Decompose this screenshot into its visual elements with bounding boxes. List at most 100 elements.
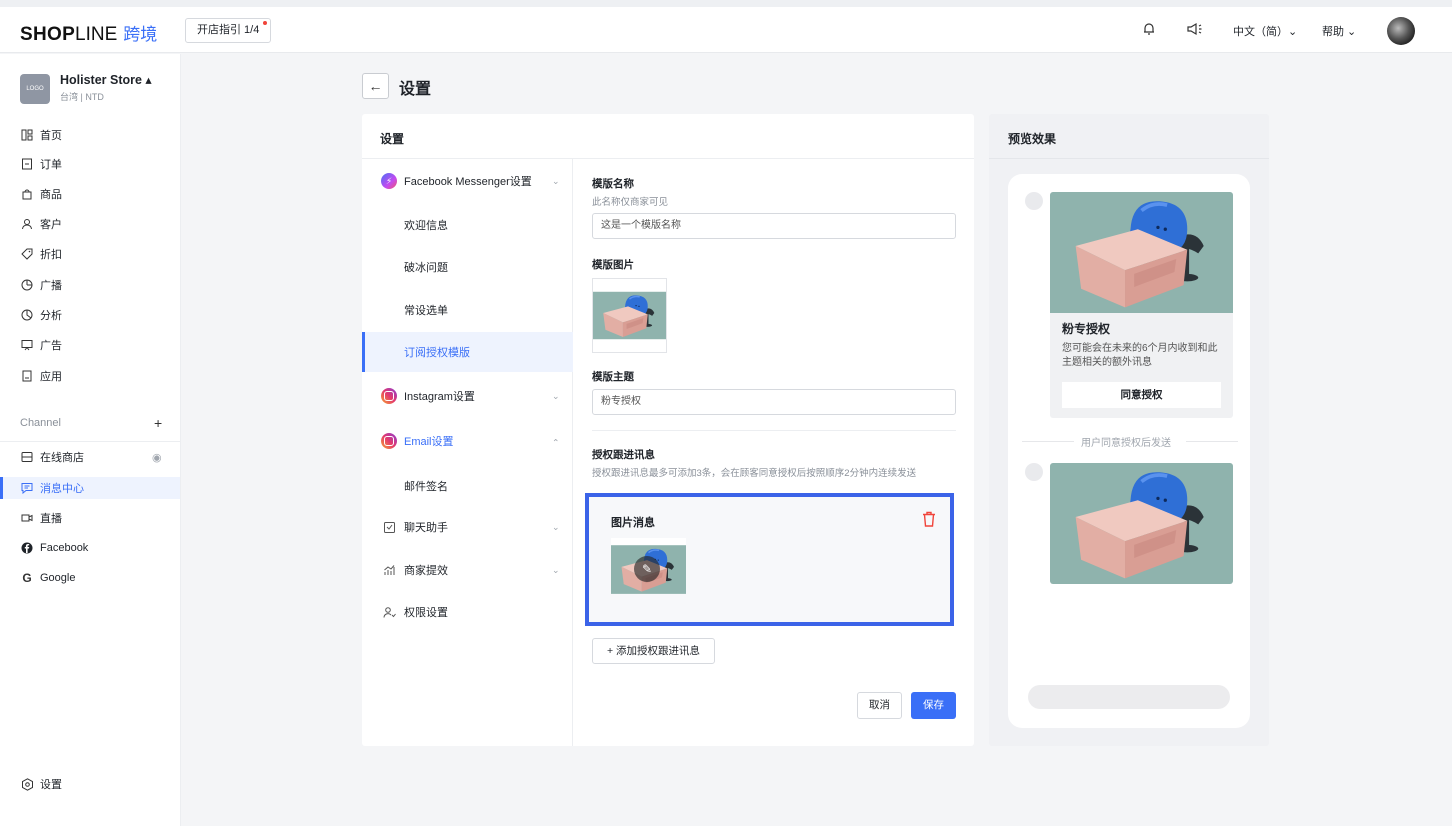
menu-label: 欢迎信息 bbox=[404, 220, 448, 232]
template-name-input[interactable]: 这是一个模版名称 bbox=[592, 213, 956, 239]
menu-instagram[interactable]: Instagram设置 ⌄ bbox=[362, 376, 573, 416]
avatar-placeholder bbox=[1025, 192, 1043, 210]
nav-label: 应用 bbox=[40, 371, 62, 383]
menu-label: Facebook Messenger设置 bbox=[404, 176, 532, 188]
menu-chat-assistant[interactable]: 聊天助手 ⌄ bbox=[362, 507, 573, 547]
nav-label: 商品 bbox=[40, 189, 62, 201]
template-subject-label: 模版主题 bbox=[592, 371, 634, 383]
home-icon bbox=[20, 128, 34, 142]
nav-label: 在线商店 bbox=[40, 452, 84, 464]
nav-item-home[interactable]: 首页 bbox=[20, 125, 62, 145]
form-divider bbox=[592, 430, 956, 431]
nav-item-apps[interactable]: 应用 bbox=[20, 366, 62, 386]
notification-dot bbox=[263, 21, 268, 25]
menu-label: 权限设置 bbox=[404, 607, 448, 619]
nav-item-facebook[interactable]: Facebook bbox=[20, 538, 88, 558]
store-guide-label: 开店指引 1/4 bbox=[197, 24, 260, 36]
store-switcher[interactable]: LOGO Holister Store ▴ 台湾 | NTD bbox=[20, 72, 152, 104]
nav-item-google[interactable]: G Google bbox=[20, 568, 75, 588]
nav-item-customers[interactable]: 客户 bbox=[20, 214, 62, 234]
nav-item-online-store[interactable]: 在线商店 ◉ bbox=[20, 447, 166, 467]
nav-item-discounts[interactable]: 折扣 bbox=[20, 244, 62, 264]
user-icon bbox=[20, 217, 34, 231]
orders-icon bbox=[20, 157, 34, 171]
top-bar: SHOP LINE 跨境 开店指引 1/4 中文（简）⌄ 帮助 ⌄ bbox=[0, 7, 1452, 53]
user-avatar[interactable] bbox=[1387, 17, 1415, 45]
nav-item-ads[interactable]: 广告 bbox=[20, 335, 62, 355]
back-button[interactable]: ← bbox=[362, 73, 389, 99]
menu-facebook-messenger[interactable]: ⚡ Facebook Messenger设置 ⌄ bbox=[362, 161, 573, 201]
menu-email[interactable]: Email设置 ⌄ bbox=[362, 421, 573, 461]
page-title: 设置 bbox=[399, 81, 432, 98]
add-channel-button[interactable]: + bbox=[154, 415, 162, 431]
store-logo: LOGO bbox=[20, 74, 50, 104]
apps-icon bbox=[20, 369, 34, 383]
channel-divider bbox=[0, 441, 180, 442]
broadcast-icon bbox=[20, 278, 34, 292]
preview-agree-button: 同意授权 bbox=[1062, 382, 1221, 408]
menu-email-signature[interactable]: 邮件签名 bbox=[362, 466, 573, 506]
image-message-block: 图片消息 ✎ bbox=[585, 493, 954, 626]
nav-item-orders[interactable]: 订单 bbox=[20, 154, 62, 174]
menu-permissions[interactable]: 权限设置 bbox=[362, 592, 573, 632]
chevron-down-icon: ⌄ bbox=[552, 390, 560, 401]
followup-label: 授权跟进讯息 bbox=[592, 449, 655, 461]
image-message-thumbnail[interactable]: ✎ bbox=[610, 538, 687, 601]
preview-divider bbox=[989, 158, 1269, 159]
language-selector[interactable]: 中文（简）⌄ bbox=[1233, 23, 1297, 39]
nav-item-settings[interactable]: 设置 bbox=[20, 774, 62, 794]
logo-cross-border: 跨境 bbox=[123, 25, 158, 44]
bell-icon[interactable] bbox=[1141, 21, 1159, 39]
user-permission-icon bbox=[381, 604, 397, 620]
desk-illustration bbox=[592, 279, 667, 352]
trash-icon[interactable] bbox=[922, 511, 936, 527]
message-icon bbox=[20, 481, 34, 495]
menu-subscription-template[interactable]: 订阅授权模版 bbox=[362, 332, 573, 372]
preview-card-title: 粉专授权 bbox=[1062, 322, 1111, 336]
eye-icon[interactable]: ◉ bbox=[152, 451, 162, 464]
settings-menu: ⚡ Facebook Messenger设置 ⌄ 欢迎信息 破冰问题 常设选单 … bbox=[362, 159, 573, 746]
preview-title: 预览效果 bbox=[1008, 132, 1057, 146]
channel-section-label: Channel bbox=[20, 417, 61, 429]
menu-label: 常设选单 bbox=[404, 305, 448, 317]
edit-icon[interactable]: ✎ bbox=[634, 556, 660, 582]
bag-icon bbox=[20, 187, 34, 201]
nav-label: 订单 bbox=[40, 159, 62, 171]
store-icon bbox=[20, 450, 34, 464]
nav-item-live[interactable]: 直播 bbox=[20, 508, 62, 528]
store-guide-button[interactable]: 开店指引 1/4 bbox=[185, 18, 272, 43]
store-region-currency: 台湾 | NTD bbox=[60, 92, 104, 102]
ads-icon bbox=[20, 338, 34, 352]
help-menu[interactable]: 帮助 ⌄ bbox=[1322, 23, 1356, 39]
store-name: Holister Store ▴ bbox=[60, 73, 152, 87]
video-icon bbox=[20, 511, 34, 525]
menu-welcome-message[interactable]: 欢迎信息 bbox=[362, 205, 573, 245]
chevron-down-icon: ⌄ bbox=[552, 564, 560, 575]
nav-item-products[interactable]: 商品 bbox=[20, 184, 62, 204]
nav-label: 折扣 bbox=[40, 249, 62, 261]
shopline-logo[interactable]: SHOP LINE 跨境 bbox=[20, 20, 157, 46]
add-followup-button[interactable]: + 添加授权跟进讯息 bbox=[592, 638, 715, 664]
announcement-icon[interactable] bbox=[1186, 21, 1204, 39]
template-image-thumbnail[interactable] bbox=[592, 278, 667, 353]
menu-label: 聊天助手 bbox=[404, 522, 448, 534]
messenger-icon: ⚡ bbox=[381, 173, 397, 189]
template-image-label: 模版图片 bbox=[592, 259, 634, 271]
arrow-left-icon: ← bbox=[368, 78, 383, 94]
nav-item-message-center[interactable]: 消息中心 bbox=[20, 478, 84, 498]
menu-label: Email设置 bbox=[404, 436, 454, 448]
menu-merchant-efficiency[interactable]: 商家提效 ⌄ bbox=[362, 550, 573, 590]
menu-persistent-menu[interactable]: 常设选单 bbox=[362, 290, 573, 330]
bar-chart-icon bbox=[381, 562, 397, 578]
save-button[interactable]: 保存 bbox=[911, 692, 956, 719]
menu-icebreakers[interactable]: 破冰问题 bbox=[362, 247, 573, 287]
cancel-button[interactable]: 取消 bbox=[857, 692, 902, 719]
menu-label: 破冰问题 bbox=[404, 262, 448, 274]
preview-image-message bbox=[1050, 463, 1233, 584]
nav-item-broadcast[interactable]: 广播 bbox=[20, 275, 62, 295]
nav-label: Google bbox=[40, 572, 76, 584]
instagram-icon bbox=[381, 388, 397, 404]
template-subject-input[interactable]: 粉专授权 bbox=[592, 389, 956, 415]
nav-item-analytics[interactable]: 分析 bbox=[20, 305, 62, 325]
chevron-down-icon: ⌄ bbox=[552, 521, 560, 532]
